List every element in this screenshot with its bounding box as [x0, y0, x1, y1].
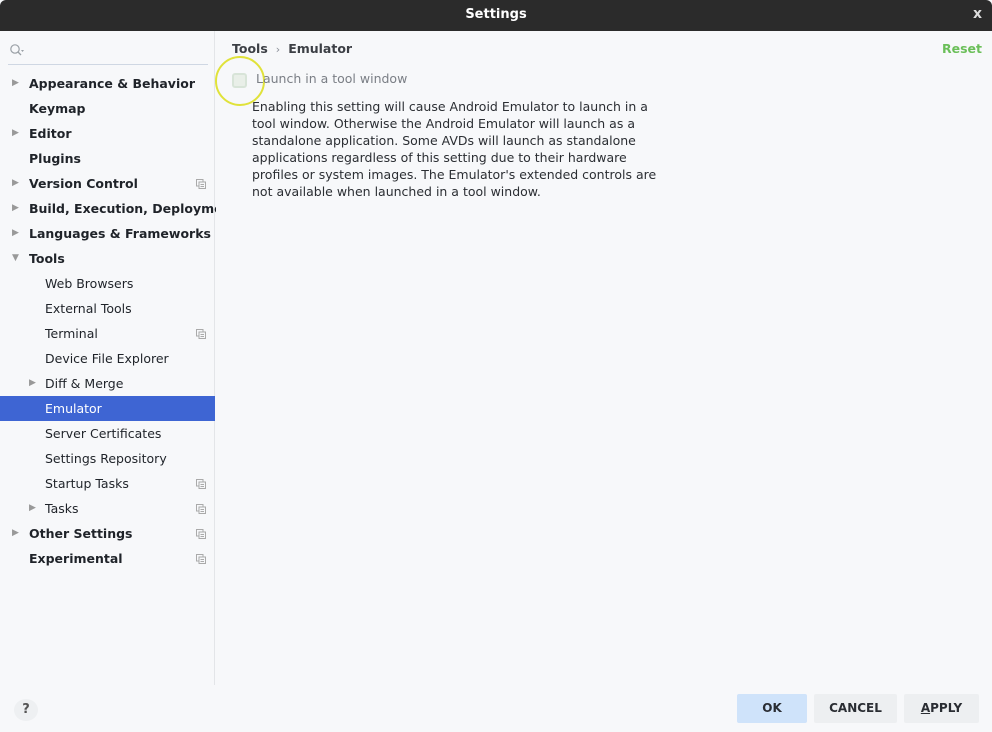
- tree-item-label: Keymap: [29, 101, 86, 116]
- settings-tree: ▶ Appearance & Behavior Keymap ▶ Editor Plugi…: [0, 71, 237, 571]
- collapsed-arrow-icon[interactable]: ▶: [12, 521, 19, 546]
- tree-item-tools[interactable]: ▼ Tools: [0, 246, 215, 271]
- tree-item-appearance-behavior[interactable]: ▶ Appearance & Behavior: [0, 71, 215, 96]
- tree-item-label: Device File Explorer: [45, 351, 169, 366]
- tree-item-settings-repository[interactable]: Settings Repository: [0, 446, 215, 471]
- option-description: Enabling this setting will cause Android…: [252, 99, 657, 199]
- dialog-footer: ? OK CANCEL APPLY: [0, 685, 992, 732]
- tree-item-plugins[interactable]: Plugins: [0, 146, 215, 171]
- settings-dialog: Settings x ▶ Appearance & Behavior Keymap ▶…: [0, 0, 992, 732]
- collapsed-arrow-icon[interactable]: ▶: [12, 171, 19, 196]
- tree-item-startup-tasks[interactable]: Startup Tasks: [0, 471, 215, 496]
- tree-item-editor[interactable]: ▶ Editor: [0, 121, 215, 146]
- tree-item-terminal[interactable]: Terminal: [0, 321, 215, 346]
- breadcrumb-separator: ›: [275, 43, 281, 56]
- search-input[interactable]: [8, 40, 208, 65]
- collapsed-arrow-icon[interactable]: ▶: [12, 71, 19, 96]
- breadcrumb-current: Emulator: [288, 41, 353, 56]
- tree-item-label: Experimental: [29, 551, 123, 566]
- tree-item-emulator[interactable]: Emulator: [0, 396, 215, 421]
- tree-item-label: Web Browsers: [45, 276, 134, 291]
- tree-item-web-browsers[interactable]: Web Browsers: [0, 271, 215, 296]
- project-level-icon: [196, 529, 206, 539]
- collapsed-arrow-icon[interactable]: ▶: [12, 221, 19, 246]
- help-button[interactable]: ?: [14, 699, 38, 721]
- project-level-icon: [196, 504, 206, 514]
- collapsed-arrow-icon[interactable]: ▶: [12, 196, 19, 221]
- tree-item-keymap[interactable]: Keymap: [0, 96, 215, 121]
- project-level-icon: [196, 179, 206, 189]
- tree-item-label: Build, Execution, Deployment: [29, 201, 238, 216]
- tree-item-diff-merge[interactable]: ▶ Diff & Merge: [0, 371, 215, 396]
- project-level-icon: [196, 329, 206, 339]
- tree-item-device-file-explorer[interactable]: Device File Explorer: [0, 346, 215, 371]
- launch-in-tool-window-label[interactable]: Launch in a tool window: [256, 71, 407, 86]
- launch-in-tool-window-checkbox[interactable]: [232, 73, 247, 88]
- tree-item-label: Emulator: [45, 401, 102, 416]
- cancel-button[interactable]: CANCEL: [814, 694, 897, 723]
- collapsed-arrow-icon[interactable]: ▶: [12, 121, 19, 146]
- tree-item-server-certificates[interactable]: Server Certificates: [0, 421, 215, 446]
- tree-item-build-execution-deployment[interactable]: ▶ Build, Execution, Deployment: [0, 196, 237, 221]
- tree-item-label: Plugins: [29, 151, 81, 166]
- project-level-icon: [196, 479, 206, 489]
- dialog-title: Settings: [465, 7, 527, 22]
- tree-item-label: Startup Tasks: [45, 476, 129, 491]
- apply-mnemonic: A: [920, 701, 931, 715]
- settings-content: Tools › Emulator Reset Launch in a tool wi…: [215, 31, 992, 685]
- tree-item-label: Server Certificates: [45, 426, 162, 441]
- apply-button[interactable]: APPLY: [904, 694, 979, 723]
- breadcrumb: Tools › Emulator: [232, 41, 352, 56]
- tree-item-experimental[interactable]: Experimental: [0, 546, 215, 571]
- tree-item-version-control[interactable]: ▶ Version Control: [0, 171, 215, 196]
- collapsed-arrow-icon[interactable]: ▶: [29, 496, 36, 521]
- expanded-arrow-icon[interactable]: ▼: [12, 246, 19, 271]
- apply-label: PPLY: [930, 701, 963, 715]
- settings-sidebar: ▶ Appearance & Behavior Keymap ▶ Editor Plugi…: [0, 31, 237, 685]
- tree-item-tasks[interactable]: ▶ Tasks: [0, 496, 215, 521]
- search-icon: [10, 44, 24, 56]
- breadcrumb-parent[interactable]: Tools: [232, 41, 268, 56]
- tree-item-label: Diff & Merge: [45, 376, 124, 391]
- tree-item-label: Other Settings: [29, 526, 133, 541]
- tree-item-label: Appearance & Behavior: [29, 76, 195, 91]
- tree-item-label: Editor: [29, 126, 72, 141]
- collapsed-arrow-icon[interactable]: ▶: [29, 371, 36, 396]
- project-level-icon: [196, 554, 206, 564]
- tree-item-label: Languages & Frameworks: [29, 226, 211, 241]
- reset-link[interactable]: Reset: [942, 41, 982, 56]
- tree-item-label: Version Control: [29, 176, 138, 191]
- title-bar: Settings x: [0, 0, 992, 31]
- tree-item-languages-frameworks[interactable]: ▶ Languages & Frameworks: [0, 221, 215, 246]
- tree-item-external-tools[interactable]: External Tools: [0, 296, 215, 321]
- tree-item-other-settings[interactable]: ▶ Other Settings: [0, 521, 215, 546]
- tree-item-label: Tools: [29, 251, 65, 266]
- tree-item-label: Settings Repository: [45, 451, 167, 466]
- ok-button[interactable]: OK: [737, 694, 807, 723]
- tree-item-label: External Tools: [45, 301, 132, 316]
- tree-item-label: Tasks: [45, 501, 79, 516]
- tree-item-label: Terminal: [45, 326, 98, 341]
- close-button[interactable]: x: [973, 6, 982, 22]
